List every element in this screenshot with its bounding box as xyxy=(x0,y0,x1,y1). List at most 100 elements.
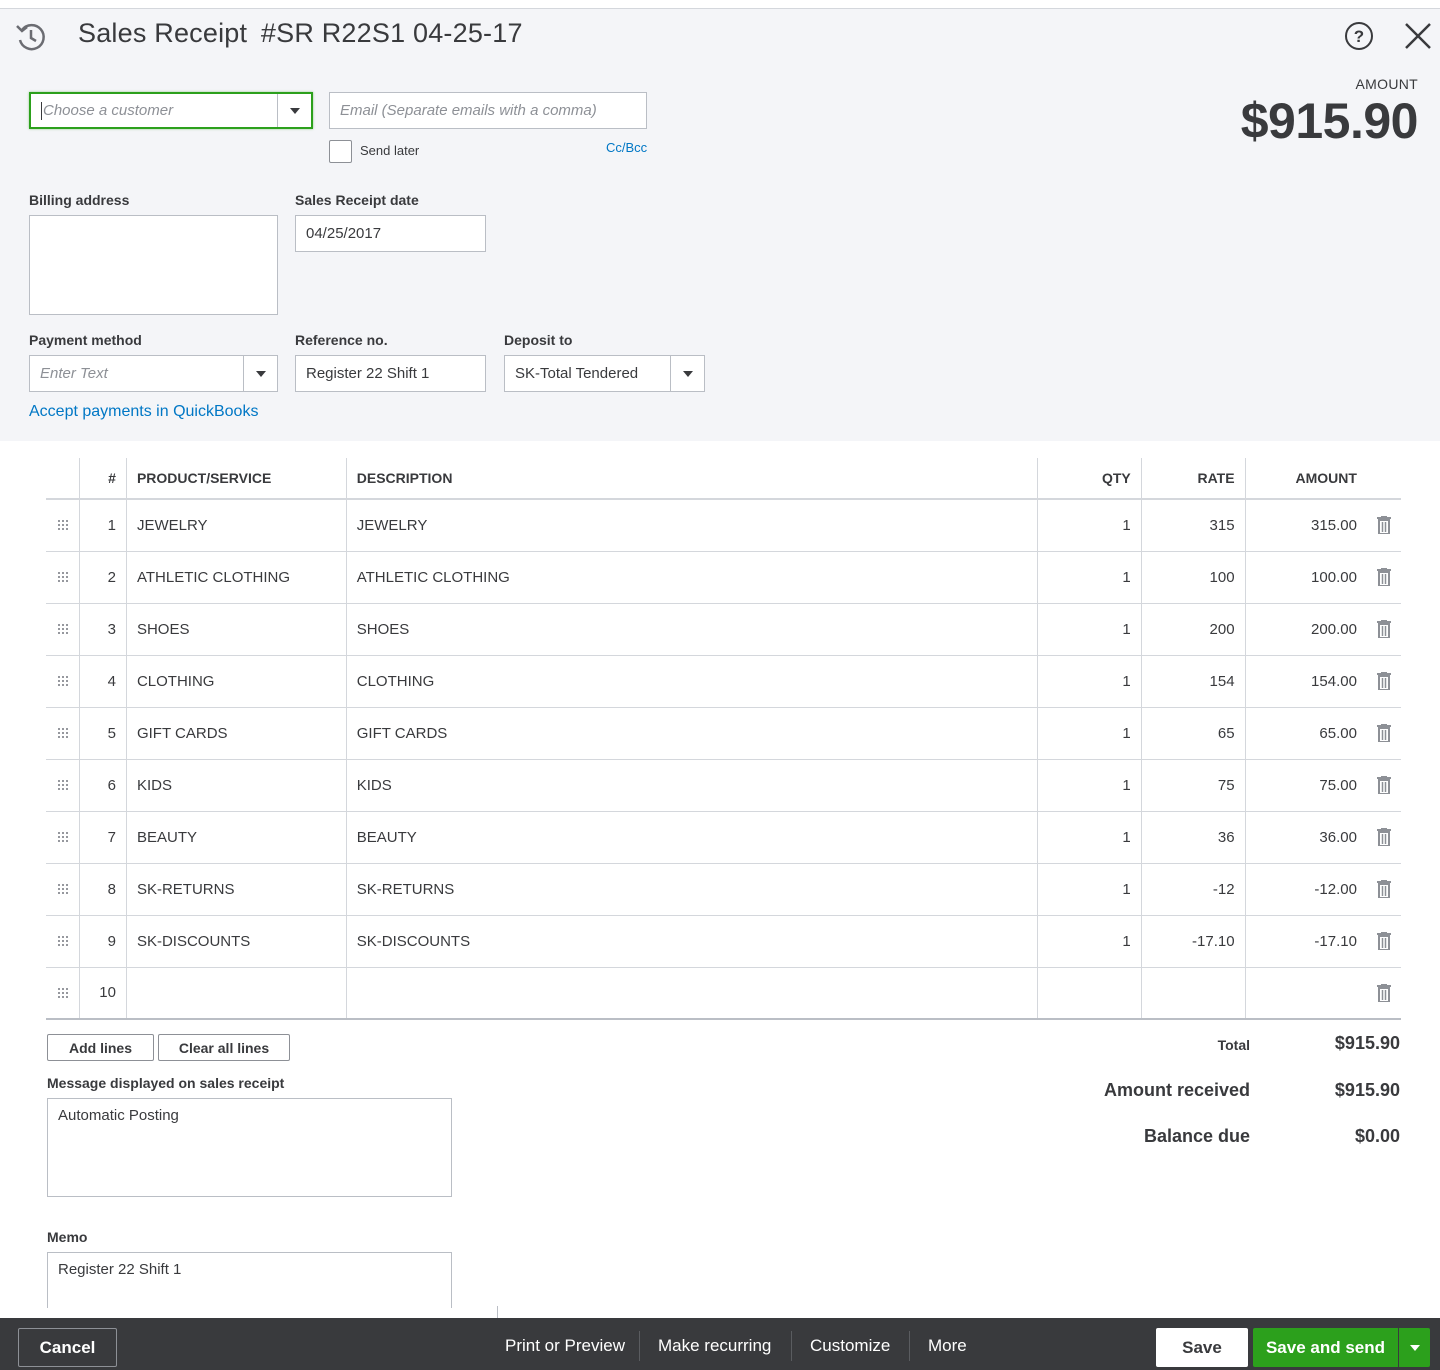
drag-handle-icon[interactable] xyxy=(57,779,69,791)
delete-cell[interactable] xyxy=(1366,967,1401,1020)
trash-icon[interactable] xyxy=(1376,776,1391,794)
drag-handle-icon[interactable] xyxy=(57,986,69,999)
description-cell[interactable]: BEAUTY xyxy=(345,811,1038,864)
memo-textarea[interactable]: Register 22 Shift 1 xyxy=(47,1252,452,1308)
delete-cell[interactable] xyxy=(1366,759,1401,812)
delete-cell[interactable] xyxy=(1366,811,1401,864)
amount-cell[interactable]: 154.00 xyxy=(1244,655,1367,708)
customize-button[interactable]: Customize xyxy=(810,1336,890,1356)
rate-cell[interactable]: 315 xyxy=(1140,499,1246,552)
trash-icon[interactable] xyxy=(1376,724,1391,742)
product-cell[interactable]: KIDS xyxy=(125,759,347,812)
qty-cell[interactable]: 1 xyxy=(1036,863,1142,916)
product-cell[interactable]: SK-RETURNS xyxy=(125,863,347,916)
delete-cell[interactable] xyxy=(1366,499,1401,552)
add-lines-button[interactable]: Add lines xyxy=(47,1034,154,1061)
drag-cell[interactable] xyxy=(46,811,80,864)
rate-cell[interactable]: -12 xyxy=(1140,863,1246,916)
amount-cell[interactable]: -17.10 xyxy=(1244,915,1367,968)
drag-handle-icon[interactable] xyxy=(57,883,69,895)
description-cell[interactable]: JEWELRY xyxy=(345,499,1038,552)
trash-icon[interactable] xyxy=(1376,880,1391,898)
amount-cell[interactable]: 315.00 xyxy=(1244,499,1367,552)
qty-cell[interactable]: 1 xyxy=(1036,811,1142,864)
table-row[interactable]: 10 xyxy=(46,967,1401,1020)
trash-icon[interactable] xyxy=(1376,672,1391,690)
rate-cell[interactable]: 200 xyxy=(1140,603,1246,656)
send-later-checkbox[interactable] xyxy=(329,140,352,163)
customer-dropdown-button[interactable] xyxy=(277,94,311,127)
qty-cell[interactable]: 1 xyxy=(1036,499,1142,552)
table-row[interactable]: 2 ATHLETIC CLOTHING ATHLETIC CLOTHING 1 100 1… xyxy=(46,551,1401,604)
description-cell[interactable]: SK-RETURNS xyxy=(345,863,1038,916)
delete-cell[interactable] xyxy=(1366,603,1401,656)
drag-handle-icon[interactable] xyxy=(57,727,69,739)
table-row[interactable]: 1 JEWELRY JEWELRY 1 315 315.00 xyxy=(46,499,1401,552)
save-and-send-button[interactable]: Save and send xyxy=(1253,1328,1398,1367)
trash-icon[interactable] xyxy=(1376,828,1391,846)
trash-icon[interactable] xyxy=(1376,568,1391,586)
rate-cell[interactable]: 154 xyxy=(1140,655,1246,708)
product-cell[interactable]: ATHLETIC CLOTHING xyxy=(125,551,347,604)
drag-cell[interactable] xyxy=(46,551,80,604)
rate-cell[interactable]: -17.10 xyxy=(1140,915,1246,968)
drag-handle-icon[interactable] xyxy=(57,935,69,947)
product-cell[interactable]: CLOTHING xyxy=(125,655,347,708)
close-icon[interactable] xyxy=(1403,21,1433,51)
drag-cell[interactable] xyxy=(46,967,80,1020)
billing-address-textarea[interactable] xyxy=(29,215,278,315)
clear-all-lines-button[interactable]: Clear all lines xyxy=(158,1034,290,1061)
qty-cell[interactable]: 1 xyxy=(1036,759,1142,812)
drag-cell[interactable] xyxy=(46,499,80,552)
qty-cell[interactable]: 1 xyxy=(1036,603,1142,656)
print-or-preview-button[interactable]: Print or Preview xyxy=(505,1336,625,1356)
drag-cell[interactable] xyxy=(46,915,80,968)
rate-cell[interactable]: 100 xyxy=(1140,551,1246,604)
table-row[interactable]: 4 CLOTHING CLOTHING 1 154 154.00 xyxy=(46,655,1401,708)
payment-method-select[interactable]: Enter Text xyxy=(29,355,278,392)
description-cell[interactable]: KIDS xyxy=(345,759,1038,812)
table-row[interactable]: 7 BEAUTY BEAUTY 1 36 36.00 xyxy=(46,811,1401,864)
more-button[interactable]: More xyxy=(928,1336,967,1356)
description-cell[interactable]: SK-DISCOUNTS xyxy=(345,915,1038,968)
table-row[interactable]: 5 GIFT CARDS GIFT CARDS 1 65 65.00 xyxy=(46,707,1401,760)
description-cell[interactable]: ATHLETIC CLOTHING xyxy=(345,551,1038,604)
product-cell[interactable]: SHOES xyxy=(125,603,347,656)
drag-handle-icon[interactable] xyxy=(57,571,69,583)
amount-cell[interactable] xyxy=(1244,967,1367,1020)
description-cell[interactable]: SHOES xyxy=(345,603,1038,656)
drag-cell[interactable] xyxy=(46,759,80,812)
recent-transactions-icon[interactable] xyxy=(14,20,48,54)
amount-cell[interactable]: 36.00 xyxy=(1244,811,1367,864)
delete-cell[interactable] xyxy=(1366,707,1401,760)
save-and-send-dropdown-button[interactable] xyxy=(1399,1328,1430,1367)
qty-cell[interactable]: 1 xyxy=(1036,655,1142,708)
table-row[interactable]: 9 SK-DISCOUNTS SK-DISCOUNTS 1 -17.10 -17.10 xyxy=(46,915,1401,968)
email-input[interactable]: Email (Separate emails with a comma) xyxy=(329,92,647,129)
description-cell[interactable] xyxy=(345,967,1038,1020)
delete-cell[interactable] xyxy=(1366,551,1401,604)
reference-no-input[interactable]: Register 22 Shift 1 xyxy=(295,355,486,392)
amount-cell[interactable]: 100.00 xyxy=(1244,551,1367,604)
trash-icon[interactable] xyxy=(1376,516,1391,535)
drag-handle-icon[interactable] xyxy=(57,623,69,635)
delete-cell[interactable] xyxy=(1366,915,1401,968)
cancel-button[interactable]: Cancel xyxy=(18,1328,117,1367)
cc-bcc-link[interactable]: Cc/Bcc xyxy=(606,140,647,155)
description-cell[interactable]: GIFT CARDS xyxy=(345,707,1038,760)
trash-icon[interactable] xyxy=(1376,932,1391,950)
table-row[interactable]: 3 SHOES SHOES 1 200 200.00 xyxy=(46,603,1401,656)
drag-cell[interactable] xyxy=(46,603,80,656)
product-cell[interactable]: JEWELRY xyxy=(125,499,347,552)
qty-cell[interactable]: 1 xyxy=(1036,707,1142,760)
product-cell[interactable]: SK-DISCOUNTS xyxy=(125,915,347,968)
drag-handle-icon[interactable] xyxy=(57,519,69,532)
rate-cell[interactable]: 75 xyxy=(1140,759,1246,812)
product-cell[interactable]: BEAUTY xyxy=(125,811,347,864)
product-cell[interactable]: GIFT CARDS xyxy=(125,707,347,760)
accept-payments-link[interactable]: Accept payments in QuickBooks xyxy=(29,403,258,421)
save-button[interactable]: Save xyxy=(1156,1328,1248,1367)
deposit-to-select[interactable]: SK-Total Tendered xyxy=(504,355,705,392)
drag-cell[interactable] xyxy=(46,655,80,708)
amount-cell[interactable]: 75.00 xyxy=(1244,759,1367,812)
